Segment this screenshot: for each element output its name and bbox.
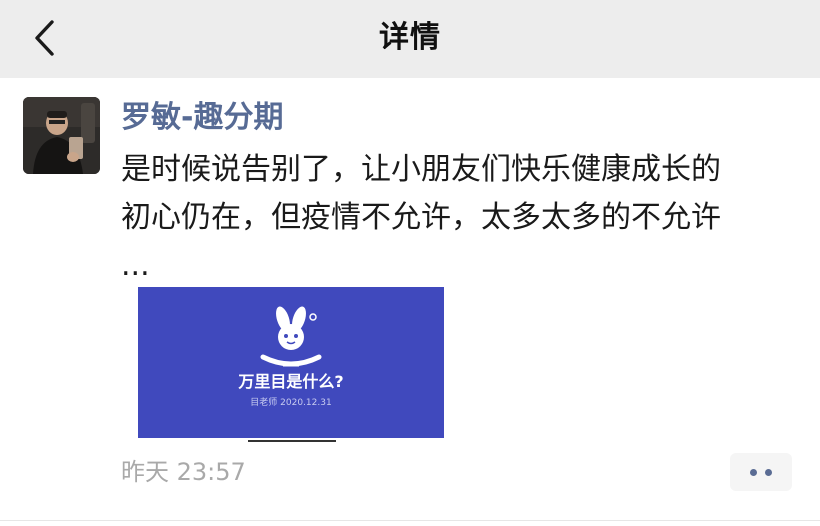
- post-text-line: 是时候说告别了，让小朋友们快乐健康成长的: [121, 152, 721, 187]
- post-timestamp: 昨天 23:57: [121, 458, 246, 486]
- page-title: 详情: [379, 20, 441, 55]
- post-text-line: 初心仍在，但疫情不允许，太多太多的不允许: [121, 200, 721, 235]
- post-text: 是时候说告别了，让小朋友们快乐健康成长的 初心仍在，但疫情不允许，太多太多的不允…: [121, 146, 801, 290]
- moments-detail-page: 详情 罗敏-趣分期 是时候说告别了，让小朋友们快乐健康成长的 初心仍在，但疫情不…: [0, 0, 820, 526]
- avatar[interactable]: [23, 97, 100, 174]
- navigation-bar: 详情: [0, 0, 820, 78]
- card-indicator: [248, 440, 336, 442]
- more-dots-icon: [765, 468, 772, 476]
- divider: [0, 520, 820, 521]
- shared-article-card[interactable]: 万里目是什么? 目老师 2020.12.31: [138, 287, 444, 438]
- card-title: 万里目是什么?: [238, 372, 344, 391]
- user-avatar-photo: [23, 97, 100, 174]
- card-meta: 目老师 2020.12.31: [250, 398, 332, 408]
- rabbit-logo-icon: [260, 306, 322, 367]
- more-dots-icon: [750, 468, 757, 476]
- more-button[interactable]: [730, 453, 792, 491]
- author-name[interactable]: 罗敏-趣分期: [121, 98, 283, 138]
- post-text-ellipsis: ...: [121, 248, 150, 283]
